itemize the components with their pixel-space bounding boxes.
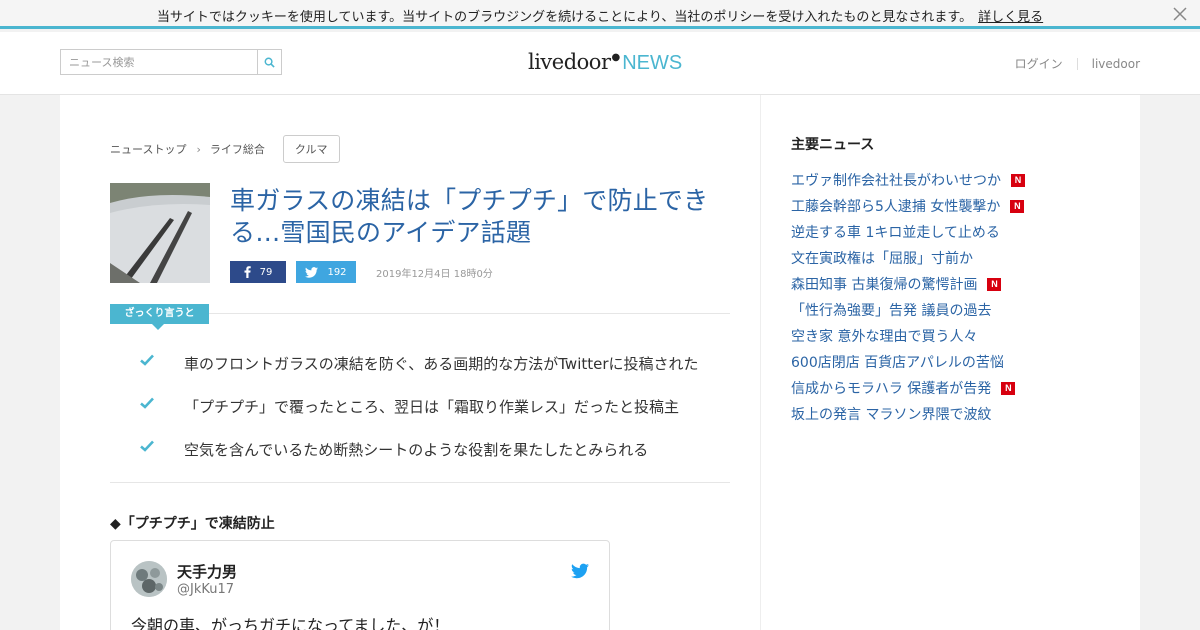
new-badge: N — [1001, 381, 1016, 395]
news-link[interactable]: 工藤会幹部ら5人逮捕 女性襲撃か — [791, 196, 1000, 216]
logo-news: NEWS — [622, 52, 683, 74]
breadcrumb: ニューストップ › ライフ総合 クルマ — [110, 135, 340, 163]
summary-text: 「プチプチ」で覆ったところ、翌日は「霜取り作業レス」だったと投稿主 — [184, 398, 680, 416]
facebook-count: 79 — [259, 266, 273, 278]
cookie-message-row: 当サイトではクッキーを使用しています。当サイトのブラウジングを続けることにより、… — [0, 6, 1200, 25]
news-list-item: 600店閉店 百貨店アパレルの苦悩 — [791, 349, 1025, 375]
news-list-item: 坂上の発言 マラソン界隈で波紋 — [791, 401, 1025, 427]
divider — [209, 313, 730, 314]
category-tag[interactable]: クルマ — [282, 135, 340, 163]
nav-divider — [1076, 57, 1078, 70]
twitter-count: 192 — [327, 266, 347, 278]
summary-text: 車のフロントガラスの凍結を防ぐ、ある画期的な方法がTwitterに投稿された — [184, 355, 699, 373]
news-link[interactable]: 逆走する車 1キロ並走して止める — [791, 222, 1000, 242]
news-list-item: 「性行為強要」告発 議員の過去 — [791, 297, 1025, 323]
cookie-message: 当サイトではクッキーを使用しています。当サイトのブラウジングを続けることにより、… — [156, 10, 973, 25]
summary-text: 空気を含んでいるため断熱シートのような役割を果たしたとみられる — [184, 441, 649, 459]
article-title: 車ガラスの凍結は「プチプチ」で防止できる…雪国民のアイデア話題 — [230, 186, 709, 247]
summary-label: ざっくり言うと — [110, 304, 209, 324]
tweet-author-name[interactable]: 天手力男 — [177, 561, 237, 582]
news-link[interactable]: 「性行為強要」告発 議員の過去 — [791, 300, 991, 320]
news-list-item: 信成からモラハラ 保護者が告発 N — [791, 375, 1025, 401]
search-button[interactable] — [257, 50, 281, 74]
checkmark-icon — [140, 440, 154, 452]
facebook-share-button[interactable]: 79 — [230, 261, 286, 283]
news-list-item: 文在寅政権は「屈服」寸前か — [791, 245, 1025, 271]
login-link[interactable]: ログイン — [1015, 55, 1063, 72]
checkmark-icon — [140, 354, 154, 366]
chevron-right-icon: › — [196, 142, 201, 156]
divider — [110, 482, 730, 483]
sidebar: 主要ニュース エヴァ制作会社社長がわいせつか N 工藤会幹部ら5人逮捕 女性襲撃か N… — [760, 95, 1140, 630]
new-badge: N — [1011, 173, 1025, 187]
cookie-policy-link[interactable]: 詳しく見る — [978, 10, 1043, 25]
livedoor-link[interactable]: livedoor — [1092, 57, 1140, 71]
avatar[interactable] — [131, 561, 167, 597]
news-link[interactable]: エヴァ制作会社社長がわいせつか — [791, 170, 1001, 190]
cookie-bar: 当サイトではクッキーを使用しています。当サイトのブラウジングを続けることにより、… — [0, 0, 1200, 29]
news-link[interactable]: 600店閉店 百貨店アパレルの苦悩 — [791, 352, 1004, 372]
section-heading: ◆「プチプチ」で凍結防止 — [110, 516, 275, 532]
facebook-icon — [244, 266, 251, 278]
news-link[interactable]: 信成からモラハラ 保護者が告発 — [791, 378, 991, 398]
breadcrumb-life[interactable]: ライフ総合 — [210, 141, 265, 157]
sidebar-title: 主要ニュース — [791, 137, 875, 153]
twitter-bird-icon[interactable] — [571, 563, 589, 579]
search-input[interactable] — [61, 50, 257, 74]
summary-label-pointer — [152, 324, 164, 330]
tweet-text: 今朝の車、がっちガチになってました、が！ — [131, 616, 450, 630]
news-list-item: 空き家 意外な理由で買う人々 — [791, 323, 1025, 349]
search-icon — [264, 57, 275, 68]
news-link[interactable]: 文在寅政権は「屈服」寸前か — [791, 248, 973, 268]
article-column: ニューストップ › ライフ総合 クルマ 車ガラスの凍結は「プチプチ」で防止できる… — [60, 95, 760, 630]
news-link[interactable]: 坂上の発言 マラソン界隈で波紋 — [791, 404, 991, 424]
new-badge: N — [1010, 199, 1025, 213]
close-icon[interactable] — [1172, 6, 1188, 22]
news-list-item: エヴァ制作会社社長がわいせつか N — [791, 167, 1025, 193]
site-logo[interactable]: livedoor● NEWS — [528, 50, 682, 78]
news-link[interactable]: 森田知事 古巣復帰の驚愕計画 — [791, 274, 977, 294]
publish-date: 2019年12月4日 18時0分 — [376, 269, 493, 280]
new-badge: N — [987, 277, 1002, 291]
news-link[interactable]: 空き家 意外な理由で買う人々 — [791, 326, 977, 346]
article-thumbnail[interactable] — [110, 183, 210, 283]
twitter-icon — [305, 266, 319, 278]
news-list-item: 森田知事 古巣復帰の驚愕計画 N — [791, 271, 1025, 297]
news-list-item: 逆走する車 1キロ並走して止める — [791, 219, 1025, 245]
breadcrumb-news-top[interactable]: ニューストップ — [110, 141, 186, 157]
tweet-author-handle[interactable]: @JkKu17 — [177, 582, 234, 597]
header-nav: ログイン livedoor — [1015, 55, 1140, 72]
search-box — [60, 49, 282, 75]
twitter-share-button[interactable]: 192 — [296, 261, 356, 283]
site-header: livedoor●NEWS ログイン livedoor — [0, 32, 1200, 95]
avatar-image — [131, 561, 167, 597]
embedded-tweet[interactable]: 天手力男 @JkKu17 今朝の車、がっちガチになってました、が！ — [110, 540, 610, 630]
top-news-list: エヴァ制作会社社長がわいせつか N 工藤会幹部ら5人逮捕 女性襲撃か N 逆走する車 1… — [791, 167, 1025, 427]
logo-dot-icon: ● — [611, 52, 621, 63]
logo-livedoor: livedoor — [528, 50, 611, 74]
news-list-item: 工藤会幹部ら5人逮捕 女性襲撃か N — [791, 193, 1025, 219]
frosted-windshield-image — [110, 183, 210, 283]
checkmark-icon — [140, 397, 154, 409]
